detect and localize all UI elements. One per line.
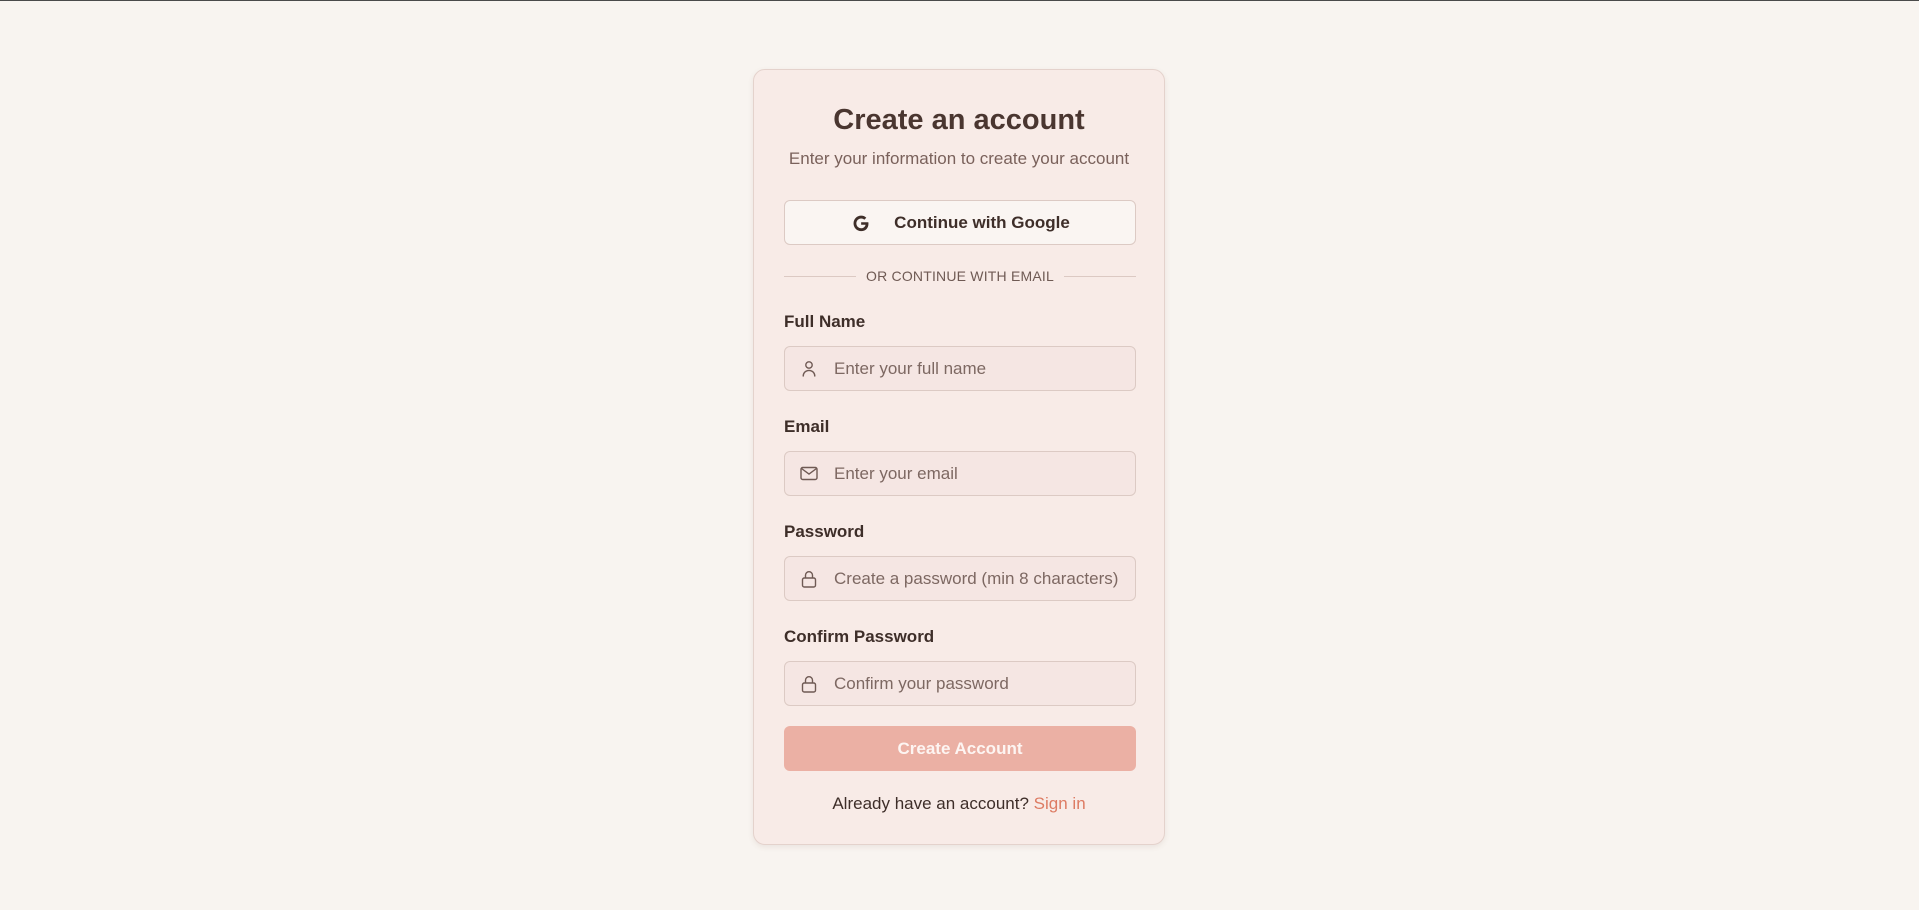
signup-card: Create an account Enter your information… <box>753 69 1165 845</box>
divider-line-left <box>784 275 857 277</box>
user-icon <box>800 360 818 378</box>
email-input[interactable] <box>834 463 1125 484</box>
full-name-label: Full Name <box>784 312 866 331</box>
signin-prompt: Already have an account? Sign in <box>754 794 1164 814</box>
or-divider: OR CONTINUE WITH EMAIL <box>784 266 1136 286</box>
lock-icon <box>800 570 818 588</box>
page-title: Create an account <box>833 104 1085 136</box>
sign-in-link[interactable]: Sign in <box>1034 794 1086 813</box>
lock-icon <box>800 675 818 693</box>
top-border-line <box>0 0 1919 1</box>
confirm-password-label: Confirm Password <box>784 627 935 646</box>
confirm-password-field-wrapper[interactable] <box>784 661 1136 706</box>
password-input[interactable] <box>834 568 1125 589</box>
confirm-password-input[interactable] <box>834 673 1125 694</box>
divider-line-right <box>1063 275 1136 277</box>
password-field-wrapper[interactable] <box>784 556 1136 601</box>
password-label: Password <box>784 522 865 541</box>
page-subtitle: Enter your information to create your ac… <box>788 149 1130 168</box>
continue-with-google-label: Continue with Google <box>894 212 1070 232</box>
divider-text: OR CONTINUE WITH EMAIL <box>856 268 1064 284</box>
email-field-wrapper[interactable] <box>784 451 1136 496</box>
full-name-input[interactable] <box>834 358 1125 379</box>
continue-with-google-button[interactable]: Continue with Google <box>784 200 1136 245</box>
full-name-field-wrapper[interactable] <box>784 346 1136 391</box>
create-account-button[interactable]: Create Account <box>784 726 1136 771</box>
google-icon <box>850 212 872 234</box>
email-label: Email <box>784 417 830 436</box>
signin-prompt-text: Already have an account? <box>832 794 1029 813</box>
mail-icon <box>800 465 818 483</box>
